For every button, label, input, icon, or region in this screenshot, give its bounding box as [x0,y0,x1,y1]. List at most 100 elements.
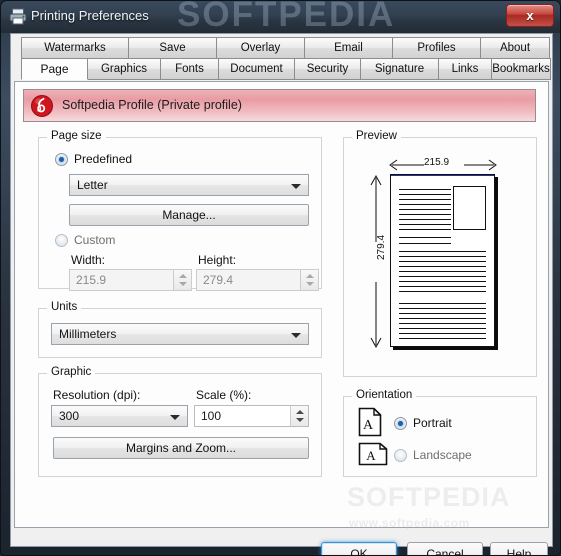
tab-about[interactable]: About [480,37,550,59]
resolution-value: 300 [59,409,80,423]
page-size-group: Page size Predefined Letter Manage... Cu… [38,130,322,291]
preview-text-line [399,286,486,287]
custom-label: Custom [74,233,116,247]
help-button[interactable]: Help [490,542,548,555]
tab-label: Profiles [417,42,456,54]
tab-label: Graphics [100,63,148,75]
tab-label: Page [40,62,69,76]
tab-watermarks[interactable]: Watermarks [21,37,129,59]
site-watermark-line1: SOFTPEDIA [347,482,511,512]
manage-button[interactable]: Manage... [69,204,309,226]
height-label: Height: [198,253,237,267]
scale-label: Scale (%): [196,388,252,402]
tab-label: Security [306,63,349,75]
tab-profiles[interactable]: Profiles [392,37,481,59]
preview-text-line [399,256,486,257]
tab-links[interactable]: Links [438,58,492,80]
preview-text-line [399,219,451,220]
predefined-radio[interactable] [55,153,68,166]
predefined-size-combo[interactable]: Letter [69,174,309,196]
predefined-label: Predefined [74,152,133,166]
resolution-label: Resolution (dpi): [53,388,141,402]
preview-text-line [399,271,486,272]
units-value: Millimeters [59,327,117,341]
preview-text-line [399,251,486,252]
preview-text-line [399,313,486,314]
tab-bookmarks[interactable]: Bookmarks [491,58,551,80]
preview-text-line [399,338,486,339]
preview-text-line [399,328,486,329]
scale-stepper[interactable]: 100 [194,405,309,427]
tab-label: Email [334,42,363,54]
preview-text-line [399,199,451,200]
preview-text-line [399,291,486,292]
window-title: Printing Preferences [31,8,149,23]
page-preview: 215.9 279.4 [362,152,522,364]
units-group: Units Millimeters [38,301,322,358]
preview-height-dimension: 279.4 [376,234,387,260]
preview-text-line [399,318,486,319]
tab-label: Bookmarks [492,63,550,75]
site-watermark-line2: www.softpedia.com [349,516,470,530]
portrait-radio[interactable] [394,417,407,430]
preview-text-line [399,204,451,205]
units-combo[interactable]: Millimeters [51,323,309,345]
units-legend: Units [47,301,82,313]
tab-label: Signature [374,63,425,75]
chevron-down-icon [291,333,301,338]
tab-security[interactable]: Security [294,58,361,80]
softpedia-logo-icon [31,95,53,117]
tab-label: Watermarks [44,42,106,54]
preview-text-line [399,214,451,215]
orientation-legend: Orientation [352,389,417,401]
height-value: 279.4 [203,273,234,287]
tab-fonts[interactable]: Fonts [160,58,219,80]
preview-text-line [399,308,486,309]
preview-legend: Preview [352,130,401,142]
height-spinner-buttons[interactable] [300,270,318,290]
width-label: Width: [71,253,106,267]
client-area: Watermarks Save Overlay Email Profiles About … [10,33,553,555]
landscape-label: Landscape [413,448,472,462]
preview-text-line [399,189,451,190]
height-dimension-arrow [369,174,383,349]
tab-graphics[interactable]: Graphics [87,58,161,80]
tab-signature[interactable]: Signature [360,58,439,80]
chevron-down-icon [291,184,301,189]
tab-save[interactable]: Save [128,37,217,59]
width-spinner-buttons[interactable] [173,270,191,290]
width-value: 215.9 [76,273,107,287]
tab-overlay[interactable]: Overlay [216,37,305,59]
preview-text-line [399,303,486,304]
close-icon: x [526,8,534,23]
tab-document[interactable]: Document [218,58,295,80]
scale-value: 100 [201,409,222,423]
profile-banner-text: Softpedia Profile (Private profile) [62,98,242,112]
preview-text-line [399,266,486,267]
tab-label: Overlay [240,42,281,54]
tab-page[interactable]: Page [21,58,88,80]
tab-panel-page: Softpedia Profile (Private profile) Page… [14,81,549,530]
cancel-button[interactable]: Cancel [407,542,483,555]
height-stepper[interactable]: 279.4 [196,269,319,291]
portrait-label: Portrait [413,416,452,430]
landscape-page-icon: A [358,442,388,466]
preview-page-sheet [390,174,495,347]
landscape-radio[interactable] [394,449,407,462]
preview-text-line [399,281,486,282]
tab-label: Save [159,42,186,54]
custom-radio[interactable] [55,234,68,247]
preview-width-dimension: 215.9 [424,157,450,168]
scale-spinner-buttons[interactable] [290,406,308,426]
printing-preferences-window: SOFTPEDIA Printing Preferences x Waterma… [0,0,561,556]
preview-text-line [399,276,486,277]
ok-button[interactable]: OK [321,542,397,555]
tab-email[interactable]: Email [304,37,393,59]
close-button[interactable]: x [506,4,554,27]
title-bar: SOFTPEDIA Printing Preferences x [1,1,560,33]
predefined-size-value: Letter [77,178,108,192]
tab-label: About [499,42,531,54]
width-stepper[interactable]: 215.9 [69,269,192,291]
resolution-combo[interactable]: 300 [51,405,188,427]
margins-and-zoom-button[interactable]: Margins and Zoom... [53,437,309,459]
